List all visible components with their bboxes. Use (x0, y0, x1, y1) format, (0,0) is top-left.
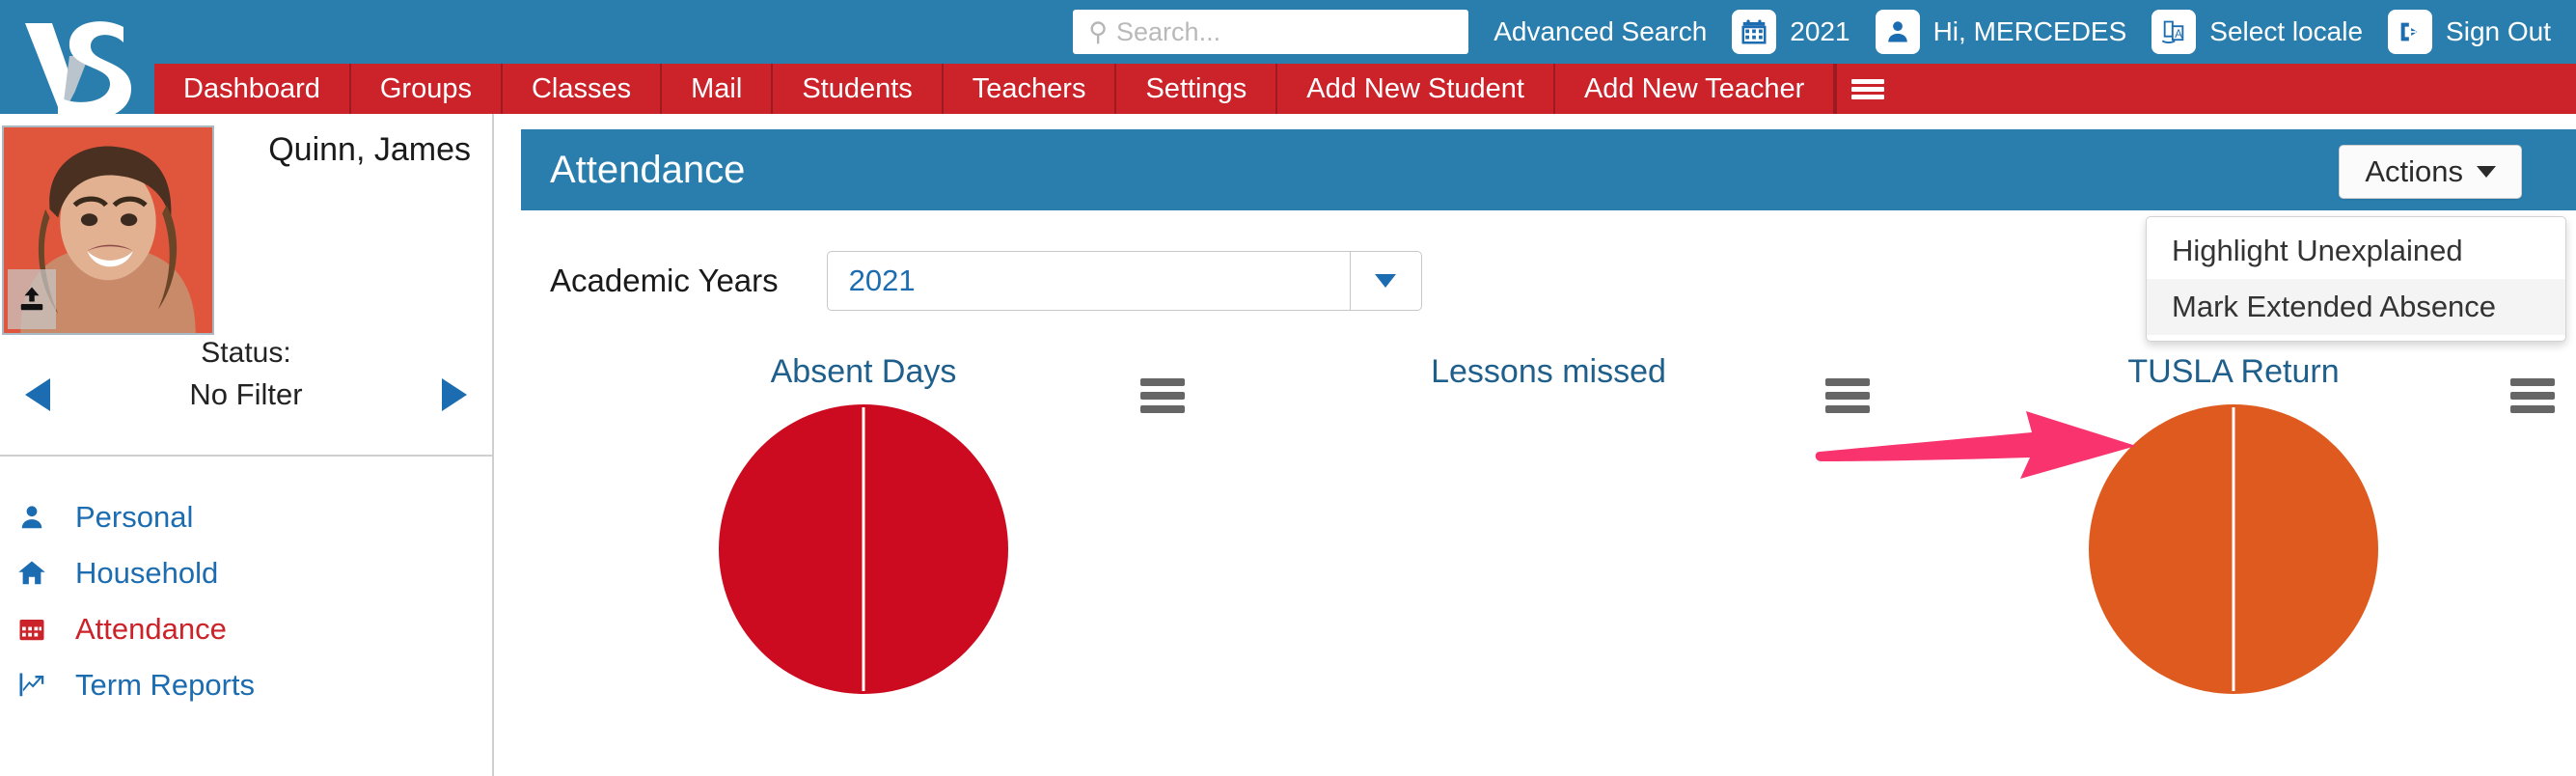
nav-item-classes[interactable]: Classes (503, 64, 663, 114)
hamburger-icon[interactable] (1835, 64, 1899, 114)
search-input[interactable] (1116, 16, 1436, 47)
chart-tusla-return: TUSLA Return (1891, 353, 2576, 776)
nav-item-settings[interactable]: Settings (1116, 64, 1278, 114)
nav-label: Teachers (972, 72, 1086, 104)
search-box[interactable]: ⚲ (1073, 10, 1469, 54)
burger-bar (1825, 378, 1870, 386)
caret-down-icon[interactable] (1349, 252, 1421, 310)
nav-label: Add New Student (1306, 72, 1524, 104)
chart-title: Lessons missed (1431, 353, 1666, 390)
burger-bar (1825, 405, 1870, 413)
chart-title: Absent Days (770, 353, 957, 390)
nav-label: Classes (531, 72, 632, 104)
status-filter-row: No Filter (0, 375, 492, 412)
nav-label: Groups (379, 72, 472, 104)
burger-bar (2510, 392, 2555, 400)
nav-item-students[interactable]: Students (773, 64, 944, 114)
actions-button[interactable]: Actions (2339, 145, 2522, 199)
pie-chart (521, 404, 1206, 694)
sidebar-item-attendance[interactable]: Attendance (17, 601, 492, 657)
chart-absent-days: Absent Days (521, 353, 1206, 776)
triangle-right-icon[interactable] (441, 378, 467, 411)
svg-text:A: A (2175, 28, 2182, 41)
actions-dropdown-menu[interactable]: Highlight Unexplained Mark Extended Abse… (2146, 216, 2566, 342)
avatar[interactable] (2, 125, 214, 335)
chart-menu-icon[interactable] (1140, 378, 1185, 419)
sidebar-item-term-reports[interactable]: Term Reports (17, 657, 492, 713)
chart-lessons-missed: Lessons missed (1206, 353, 1891, 776)
charts-row: Absent Days Lessons missed TUSLA Return (521, 353, 2576, 776)
nav-item-teachers[interactable]: Teachers (944, 64, 1117, 114)
panel-header: Attendance Actions (521, 129, 2576, 210)
calendar-icon (17, 615, 62, 644)
advanced-search-link[interactable]: Advanced Search (1494, 16, 1707, 47)
chart-title: TUSLA Return (2127, 353, 2340, 390)
nav-item-dashboard[interactable]: Dashboard (154, 64, 351, 114)
burger-bar (1140, 405, 1185, 413)
academic-years-label: Academic Years (550, 263, 779, 298)
sign-out-link[interactable]: Sign Out (2446, 16, 2551, 47)
status-value: No Filter (189, 377, 303, 411)
burger-bar (2510, 378, 2555, 386)
caret-down-icon (2477, 166, 2496, 178)
menu-item-mark-extended-absence[interactable]: Mark Extended Absence (2147, 279, 2565, 335)
student-name: Quinn, James (268, 131, 471, 168)
status-label: Status: (201, 337, 291, 369)
student-profile: Quinn, James (0, 114, 492, 335)
user-greeting[interactable]: Hi, MERCEDES (1933, 16, 2127, 47)
burger-bar (1825, 392, 1870, 400)
chart-menu-icon[interactable] (2510, 378, 2555, 419)
sidebar-item-household[interactable]: Household (17, 545, 492, 601)
student-sidebar: Quinn, James Status: No Filter Personal … (0, 114, 494, 776)
nav-item-groups[interactable]: Groups (351, 64, 503, 114)
page-title: Attendance (550, 148, 746, 191)
burger-bar (1851, 86, 1885, 92)
sidebar-item-label: Attendance (75, 612, 227, 646)
sign-out-icon (2388, 10, 2433, 54)
burger-bar (1851, 94, 1885, 99)
menu-item-highlight-unexplained[interactable]: Highlight Unexplained (2147, 223, 2565, 279)
sidebar-item-label: Household (75, 556, 219, 590)
chart-menu-icon[interactable] (1825, 378, 1870, 419)
sidebar-item-label: Personal (75, 500, 194, 534)
person-icon (17, 503, 62, 532)
burger-bar (1140, 378, 1185, 386)
burger-bar (1140, 392, 1185, 400)
nav-item-add-new-student[interactable]: Add New Student (1277, 64, 1555, 114)
main-content: Attendance Actions Highlight Unexplained… (521, 129, 2576, 776)
academic-years-value: 2021 (848, 263, 916, 297)
home-icon (17, 559, 62, 588)
academic-years-select[interactable]: 2021 (826, 251, 1422, 311)
sidebar-item-personal[interactable]: Personal (17, 489, 492, 545)
chart-up-icon (17, 671, 62, 700)
calendar-icon (1732, 10, 1777, 54)
burger-bar (2510, 405, 2555, 413)
triangle-left-icon[interactable] (25, 378, 50, 411)
upload-photo-button[interactable] (8, 269, 56, 329)
translate-icon: A (2151, 10, 2197, 54)
nav-label: Students (802, 72, 913, 104)
top-bar: ⚲ Advanced Search 2021 Hi, MERCEDES (0, 0, 2576, 64)
sidebar-menu: Personal Household Attendance Term Repor… (0, 457, 492, 713)
nav-label: Dashboard (183, 72, 320, 104)
main-navigation: Dashboard Groups Classes Mail Students T… (0, 64, 2576, 114)
nav-item-add-new-teacher[interactable]: Add New Teacher (1555, 64, 1836, 114)
nav-label: Mail (691, 72, 743, 104)
academic-year-value[interactable]: 2021 (1790, 16, 1850, 47)
pie-chart (1891, 404, 2576, 694)
app-logo[interactable] (0, 0, 154, 125)
nav-label: Add New Teacher (1583, 72, 1805, 104)
user-icon (1875, 10, 1920, 54)
nav-item-mail[interactable]: Mail (662, 64, 774, 114)
top-bar-right-group: ⚲ Advanced Search 2021 Hi, MERCEDES (1073, 0, 2576, 64)
sidebar-item-label: Term Reports (75, 668, 256, 702)
search-icon: ⚲ (1088, 16, 1109, 46)
nav-label: Settings (1145, 72, 1247, 104)
actions-button-label: Actions (2365, 154, 2463, 188)
select-locale-link[interactable]: Select locale (2209, 16, 2363, 47)
burger-bar (1851, 78, 1885, 84)
